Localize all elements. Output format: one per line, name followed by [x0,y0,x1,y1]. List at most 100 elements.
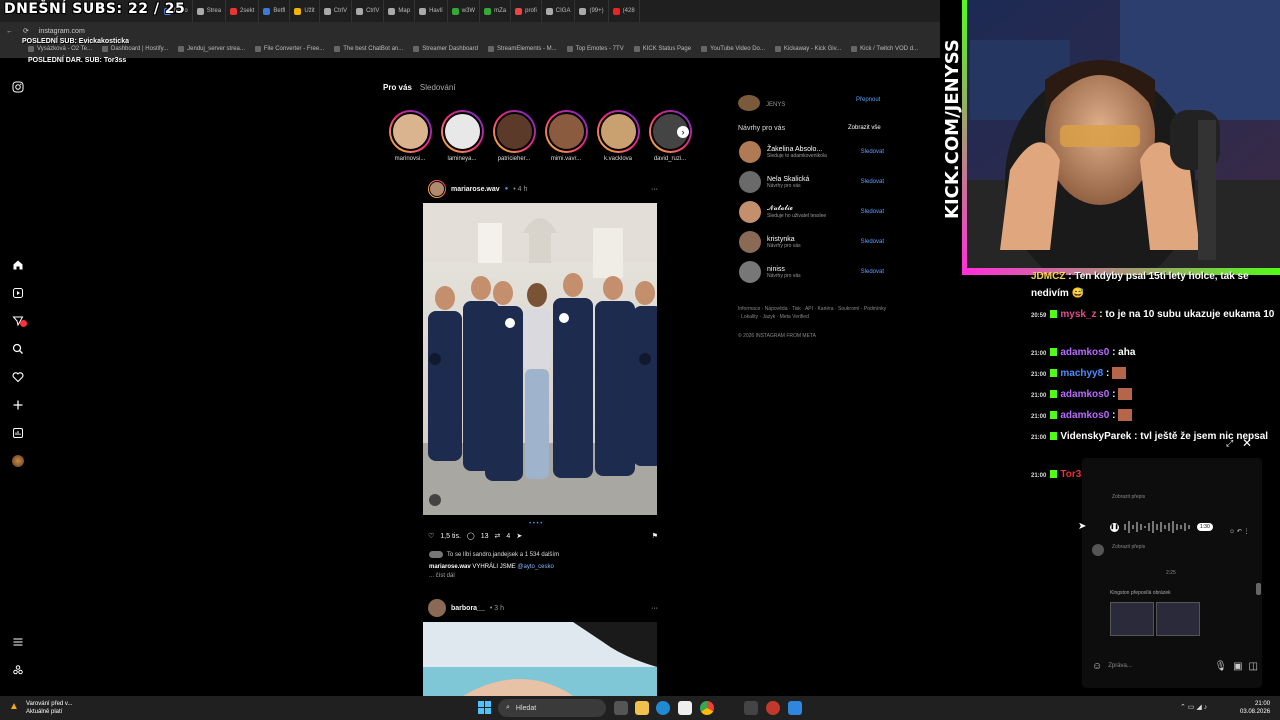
bookmark-item[interactable]: Kick / Twitch VOD d... [851,46,918,52]
task-view-icon[interactable] [614,701,628,715]
stories-next-icon[interactable]: › [677,126,689,138]
bookmark-item[interactable]: Top Emotes - 7TV [566,46,624,52]
story-item[interactable]: patricieher... [489,110,539,162]
post-author-avatar[interactable] [428,180,446,198]
app-icon[interactable] [766,701,780,715]
obs-icon[interactable] [744,701,758,715]
story-item[interactable]: david_ruzi... [645,110,695,162]
file-explorer-icon[interactable] [635,701,649,715]
message-input[interactable]: Zpráva... [1108,663,1132,669]
show-transcript-1[interactable]: Zobrazit přepis [1112,494,1145,500]
chat-username[interactable]: adamkos0 [1060,410,1109,421]
footer-links[interactable]: Informace · Nápověda · Tisk · API · Kari… [738,305,888,321]
comment-icon[interactable]: ◯ [467,532,475,540]
account-avatar[interactable] [738,95,760,111]
voice-message[interactable]: ❚❚ 1:30 [1110,516,1216,538]
url-text[interactable]: instagram.com [39,28,85,35]
reload-icon[interactable]: ⟳ [23,27,29,35]
follow-button[interactable]: Sledovat [861,269,884,275]
browser-tab[interactable]: 2sekt [226,0,260,22]
chat-username[interactable]: adamkos0 [1060,347,1109,358]
browser-tab[interactable]: CtrlV [320,0,353,22]
edge-icon[interactable] [656,701,670,715]
chat-username[interactable]: mysk_z [1060,309,1096,320]
reels-icon[interactable] [10,285,26,301]
suggestion-avatar[interactable] [739,261,761,283]
bookmark-item[interactable]: YouTube Video Do... [701,46,765,52]
caption-username[interactable]: mariarose.wav [429,564,471,570]
story-item[interactable]: mimi.vavr... [541,110,591,162]
switch-account-link[interactable]: Přepnout [856,97,880,103]
windows-start-icon[interactable] [478,701,492,715]
profile-avatar[interactable] [10,453,26,469]
suggestion-name[interactable]: Žakelina Absolo... [767,146,827,153]
follow-button[interactable]: Sledovat [861,179,884,185]
follow-button[interactable]: Sledovat [861,209,884,215]
post2-author-name[interactable]: barbora__ [451,605,485,612]
notepad-icon[interactable] [788,701,802,715]
dashboard-icon[interactable] [10,425,26,441]
reply-icon[interactable]: ☺ ↶ ⋮ [1229,528,1250,535]
expand-icon[interactable]: ⤢ [1226,438,1233,449]
image-icon[interactable]: ▣ [1233,661,1242,672]
chat-username[interactable]: machyy8 [1060,368,1103,379]
address-bar[interactable]: ← ⟳ instagram.com [0,22,940,40]
browser-tab[interactable]: Betfl [259,0,291,22]
post2-author-avatar[interactable] [428,599,446,617]
bookmark-item[interactable]: Jenduj_server strea... [178,46,245,52]
suggestion-avatar[interactable] [739,201,761,223]
caption-tag[interactable]: @ayto_cesko [517,564,553,570]
chat-username[interactable]: JDMCZ [1031,271,1065,282]
create-plus-icon[interactable] [10,397,26,413]
browser-tab[interactable]: (99+) [575,0,609,22]
like-icon[interactable]: ♡ [428,532,434,540]
pause-icon[interactable]: ❚❚ [1110,522,1119,532]
share-icon[interactable]: ➤ [516,532,522,540]
post-author-name[interactable]: mariarose.wav [451,186,500,193]
story-item[interactable]: k.vacklova [593,110,643,162]
bookmark-item[interactable]: The best ChatBot an... [334,46,403,52]
heart-icon[interactable] [10,369,26,385]
bookmark-icon[interactable]: ⚑ [652,532,658,540]
browser-tab[interactable]: profi [511,0,542,22]
menu-icon[interactable] [10,634,26,650]
tab-following[interactable]: Sledování [420,83,456,92]
browser-tab[interactable]: Užit [290,0,320,22]
search-icon[interactable] [10,341,26,357]
more-options-icon[interactable]: ··· [651,186,658,193]
show-transcript-2[interactable]: Zobrazit přepis [1112,544,1145,550]
repost-icon[interactable]: ⇄ [495,532,501,540]
emoji-icon[interactable]: ☺ [1092,661,1102,672]
chat-username[interactable]: adamkos0 [1060,389,1109,400]
suggestion-name[interactable]: niniss [767,266,801,273]
sticker-icon[interactable]: ◫ [1249,661,1258,672]
post2-more-icon[interactable]: ··· [651,605,658,612]
clock[interactable]: 21:00 03.08.2026 [1240,700,1270,716]
bookmark-item[interactable]: Kickaway - Kick Giv... [774,46,841,52]
browser-tab[interactable]: (428 [609,0,640,22]
suggestion-name[interactable]: 𝓝𝓪𝓽𝓪𝓵𝓲𝓮 [767,205,826,213]
bookmark-item[interactable]: File Converter - Free... [254,46,324,52]
more-apps-icon[interactable] [10,662,26,678]
browser-tab[interactable]: Havlí [415,0,448,22]
show-all-link[interactable]: Zobrazit vše [848,125,881,131]
back-icon[interactable]: ← [6,28,13,35]
browser-tab[interactable]: Map [384,0,416,22]
bookmark-item[interactable]: Dashboard | Hostify... [102,46,168,52]
suggestion-name[interactable]: Nela Skalická [767,176,809,183]
browser-tab[interactable]: CtrlV [352,0,385,22]
bookmark-item[interactable]: KICK Status Page [633,46,691,52]
messages-icon[interactable] [10,313,27,329]
forwarded-image-1[interactable] [1110,602,1154,636]
bookmark-item[interactable]: Streamer Dashboard [413,46,478,52]
browser-tab[interactable]: mZa [480,0,512,22]
follow-button[interactable]: Sledovat [861,149,884,155]
chat-username[interactable]: VidenskyParek [1060,431,1131,442]
post-photo[interactable] [423,203,657,515]
weather-warning[interactable]: Varování před v... Aktuálně platí [26,700,72,716]
suggestion-avatar[interactable] [739,171,761,193]
bookmark-item[interactable]: Vysázková - O2 Te... [28,46,92,52]
story-item[interactable]: marinovsi... [385,110,435,162]
suggestion-avatar[interactable] [739,141,761,163]
browser-tab[interactable]: Strea [193,0,227,22]
